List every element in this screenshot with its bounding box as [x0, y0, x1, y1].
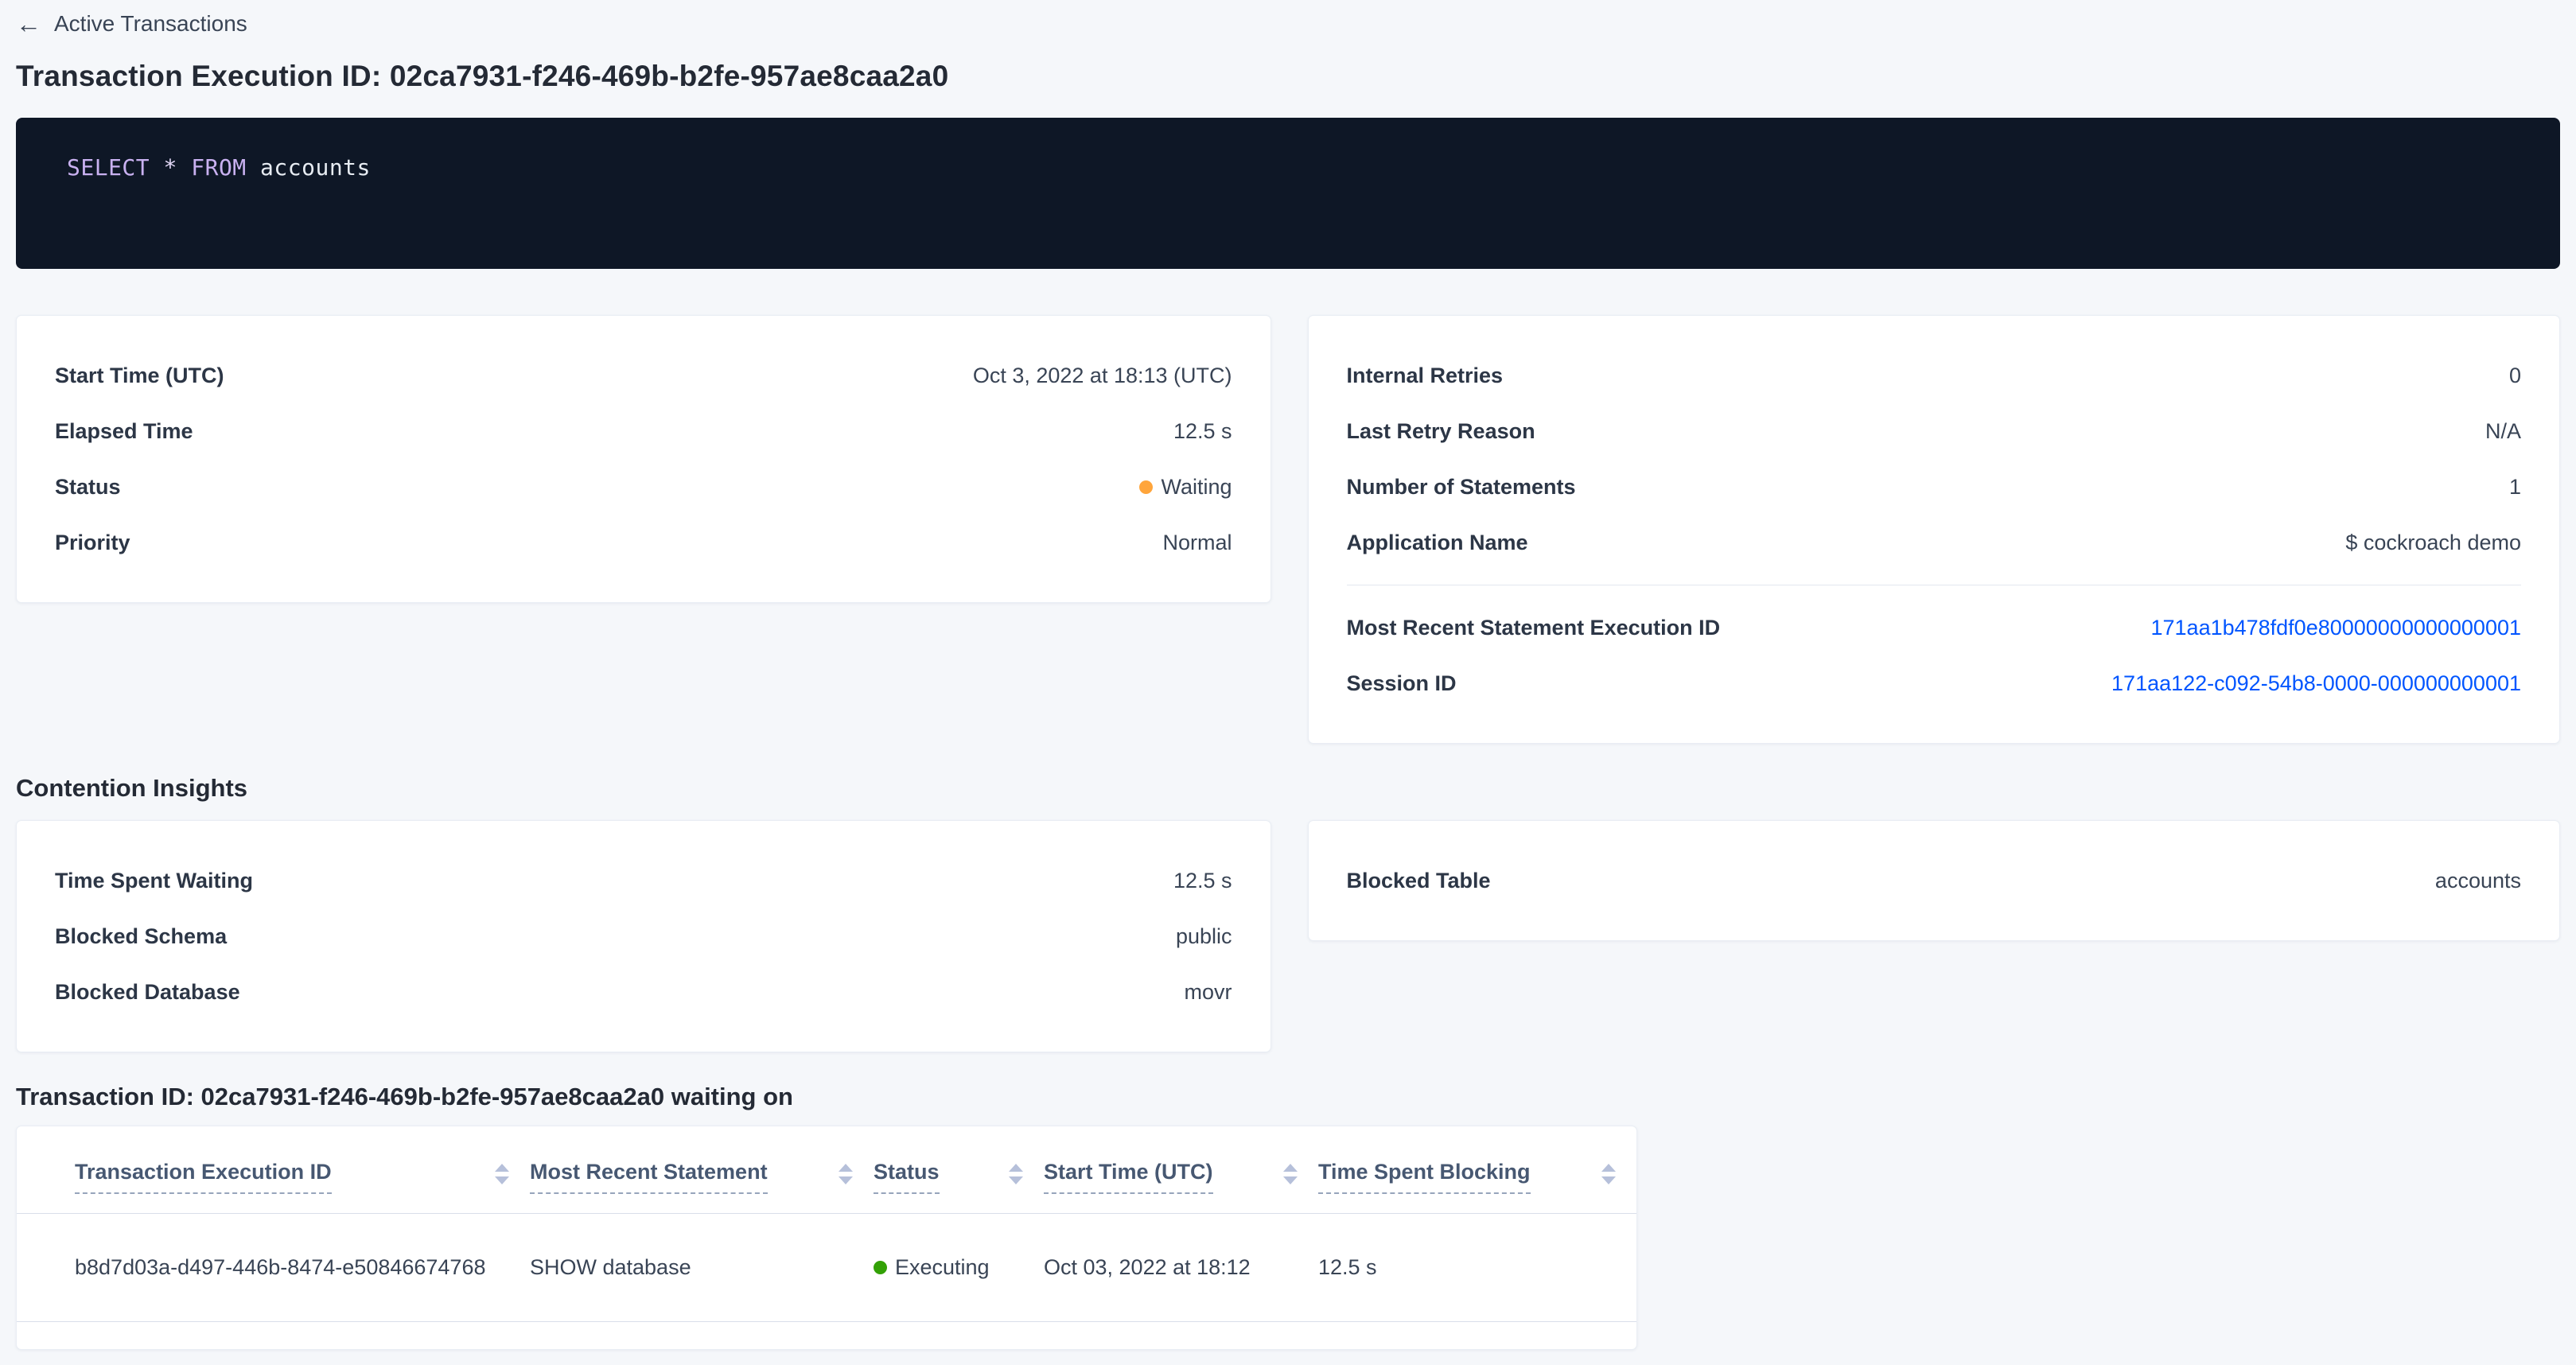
application-name-label: Application Name — [1347, 529, 1528, 556]
application-name-row: Application Name $ cockroach demo — [1347, 515, 2522, 570]
waiting-on-table-card: Transaction Execution ID Most Recent Sta… — [16, 1126, 1637, 1350]
time-spent-waiting-label: Time Spent Waiting — [55, 867, 253, 894]
sql-keyword-from: FROM — [191, 154, 246, 181]
blocked-schema-value: public — [1176, 923, 1232, 950]
waiting-on-table: Transaction Execution ID Most Recent Sta… — [17, 1126, 1636, 1322]
elapsed-time-value: 12.5 s — [1173, 418, 1232, 445]
number-of-statements-value: 1 — [2509, 473, 2521, 500]
last-retry-reason-label: Last Retry Reason — [1347, 418, 1535, 445]
sql-star: * — [164, 154, 177, 181]
start-time-label: Start Time (UTC) — [55, 362, 224, 389]
last-retry-reason-value: N/A — [2485, 418, 2521, 445]
sort-icon[interactable] — [1009, 1164, 1023, 1191]
contention-cards-row: Time Spent Waiting 12.5 s Blocked Schema… — [16, 820, 2560, 1052]
page-title: Transaction Execution ID: 02ca7931-f246-… — [16, 59, 2560, 94]
start-time-row: Start Time (UTC) Oct 3, 2022 at 18:13 (U… — [55, 348, 1232, 403]
statement-execution-id-label: Most Recent Statement Execution ID — [1347, 614, 1721, 641]
priority-label: Priority — [55, 529, 130, 556]
details-card: Internal Retries 0 Last Retry Reason N/A… — [1308, 315, 2561, 744]
status-row: Status Waiting — [55, 459, 1232, 515]
application-name-value: $ cockroach demo — [2345, 529, 2521, 556]
blocked-table-row: Blocked Table accounts — [1347, 853, 2522, 908]
transaction-details-page: ← Active Transactions Transaction Execut… — [0, 0, 2576, 1365]
back-link-label: Active Transactions — [54, 11, 247, 37]
column-header-time-spent-blocking[interactable]: Time Spent Blocking — [1318, 1126, 1636, 1214]
column-header-most-recent-statement[interactable]: Most Recent Statement — [530, 1126, 874, 1214]
cell-start-time: Oct 03, 2022 at 18:12 — [1044, 1214, 1318, 1322]
elapsed-time-row: Elapsed Time 12.5 s — [55, 403, 1232, 459]
waiting-on-heading: Transaction ID: 02ca7931-f246-469b-b2fe-… — [16, 1081, 2560, 1113]
sql-keyword-select: SELECT — [67, 154, 150, 181]
number-of-statements-row: Number of Statements 1 — [1347, 459, 2522, 515]
cell-status: Executing — [874, 1214, 1044, 1322]
cell-status-text: Executing — [895, 1255, 990, 1280]
blocked-database-value: movr — [1185, 978, 1232, 1005]
column-header-start-time[interactable]: Start Time (UTC) — [1044, 1126, 1318, 1214]
session-id-label: Session ID — [1347, 670, 1457, 697]
contention-insights-heading: Contention Insights — [16, 772, 2560, 804]
status-label: Status — [55, 473, 121, 500]
statement-execution-id-link[interactable]: 171aa1b478fdf0e80000000000000001 — [2151, 614, 2522, 641]
blocked-database-row: Blocked Database movr — [55, 964, 1232, 1020]
cell-most-recent-statement: SHOW database — [530, 1214, 874, 1322]
blocked-table-label: Blocked Table — [1347, 867, 1491, 894]
cell-time-spent-blocking: 12.5 s — [1318, 1214, 1636, 1322]
internal-retries-row: Internal Retries 0 — [1347, 348, 2522, 403]
sort-icon[interactable] — [1283, 1164, 1298, 1191]
sort-icon[interactable] — [839, 1164, 853, 1191]
internal-retries-value: 0 — [2509, 362, 2521, 389]
sort-icon[interactable] — [1601, 1164, 1616, 1191]
status-value-text: Waiting — [1161, 473, 1232, 500]
session-id-link[interactable]: 171aa122-c092-54b8-0000-000000000001 — [2111, 670, 2521, 697]
arrow-left-icon: ← — [16, 12, 41, 36]
table-row: b8d7d03a-d497-446b-8474-e50846674768 SHO… — [17, 1214, 1636, 1322]
table-header-row: Transaction Execution ID Most Recent Sta… — [17, 1126, 1636, 1214]
priority-value: Normal — [1162, 529, 1232, 556]
overview-card: Start Time (UTC) Oct 3, 2022 at 18:13 (U… — [16, 315, 1271, 603]
internal-retries-label: Internal Retries — [1347, 362, 1504, 389]
status-dot-executing-icon — [874, 1261, 887, 1274]
status-dot-waiting-icon — [1139, 480, 1153, 494]
back-link[interactable]: ← Active Transactions — [16, 0, 247, 37]
contention-right-card: Blocked Table accounts — [1308, 820, 2561, 941]
sort-icon[interactable] — [495, 1164, 509, 1191]
blocked-schema-label: Blocked Schema — [55, 923, 227, 950]
statement-execution-id-row: Most Recent Statement Execution ID 171aa… — [1347, 600, 2522, 655]
column-header-transaction-execution-id[interactable]: Transaction Execution ID — [17, 1126, 530, 1214]
elapsed-time-label: Elapsed Time — [55, 418, 193, 445]
time-spent-waiting-value: 12.5 s — [1173, 867, 1232, 894]
column-header-status[interactable]: Status — [874, 1126, 1044, 1214]
start-time-value: Oct 3, 2022 at 18:13 (UTC) — [973, 362, 1232, 389]
blocked-schema-row: Blocked Schema public — [55, 908, 1232, 964]
status-badge: Waiting — [1139, 473, 1232, 500]
blocked-table-value: accounts — [2435, 867, 2521, 894]
cell-transaction-execution-id: b8d7d03a-d497-446b-8474-e50846674768 — [17, 1214, 530, 1322]
time-spent-waiting-row: Time Spent Waiting 12.5 s — [55, 853, 1232, 908]
blocked-database-label: Blocked Database — [55, 978, 240, 1005]
session-id-row: Session ID 171aa122-c092-54b8-0000-00000… — [1347, 655, 2522, 711]
priority-row: Priority Normal — [55, 515, 1232, 570]
contention-left-card: Time Spent Waiting 12.5 s Blocked Schema… — [16, 820, 1271, 1052]
summary-cards-row: Start Time (UTC) Oct 3, 2022 at 18:13 (U… — [16, 315, 2560, 744]
number-of-statements-label: Number of Statements — [1347, 473, 1576, 500]
sql-table-identifier: accounts — [260, 154, 371, 181]
sql-statement-box: SELECT * FROM accounts — [16, 118, 2560, 269]
last-retry-reason-row: Last Retry Reason N/A — [1347, 403, 2522, 459]
